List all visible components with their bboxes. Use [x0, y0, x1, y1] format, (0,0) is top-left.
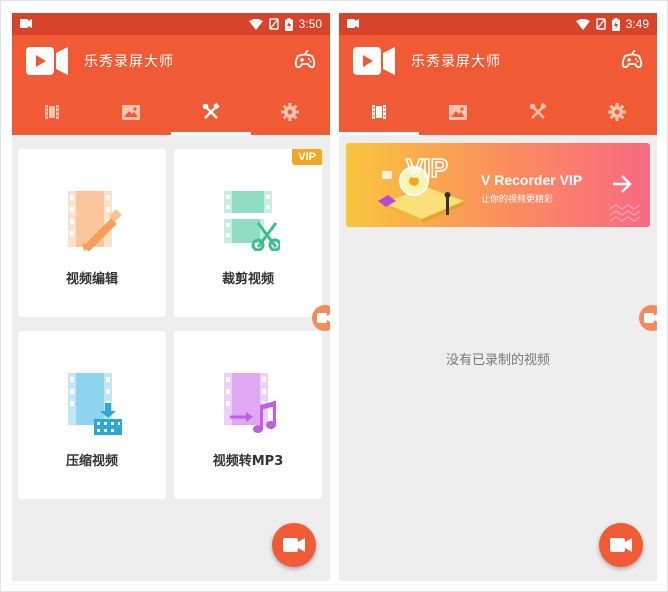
tool-card-video-edit[interactable]: 视频编辑	[18, 149, 166, 317]
tool-label: 视频编辑	[65, 272, 118, 287]
clock: 3:49	[625, 17, 649, 31]
image-icon	[449, 104, 468, 120]
vip-text-art: VIP	[405, 152, 449, 184]
app-bar: 乐秀录屏大师	[339, 35, 657, 89]
tab-settings[interactable]	[251, 89, 331, 135]
film-icon	[44, 105, 59, 119]
video-to-mp3-icon	[224, 373, 276, 433]
tools-icon	[202, 103, 220, 119]
video-camera-icon	[317, 313, 330, 323]
video-compress-icon	[68, 373, 122, 435]
recording-notification-icon	[20, 19, 32, 28]
wifi-icon	[575, 18, 590, 30]
video-camera-icon	[283, 538, 305, 552]
vip-promo-banner[interactable]: VIP V Recorder VIP 让你的视频更精彩	[346, 143, 650, 227]
tools-icon	[529, 103, 547, 119]
tab-images[interactable]	[92, 89, 172, 135]
tab-settings[interactable]	[578, 89, 658, 135]
gamepad-icon[interactable]	[294, 50, 316, 70]
arrow-right-icon[interactable]	[612, 175, 632, 193]
zigzag-decoration	[610, 204, 641, 222]
battery-charging-icon	[611, 17, 620, 31]
tab-tools[interactable]	[171, 89, 251, 135]
tool-card-video-compress[interactable]: 压缩视频	[18, 331, 166, 499]
video-camera-icon	[610, 538, 632, 552]
app-logo-icon	[353, 47, 395, 75]
wifi-icon	[248, 18, 263, 30]
tab-bar	[339, 89, 657, 135]
tab-videos[interactable]	[12, 89, 92, 135]
no-sim-icon	[268, 18, 279, 30]
floating-recorder-handle[interactable]	[639, 305, 657, 331]
video-trim-icon	[224, 191, 280, 251]
empty-state-message: 没有已录制的视频	[445, 353, 550, 368]
tab-videos[interactable]	[339, 89, 419, 135]
settings-icon	[281, 103, 300, 121]
status-bar: 3:49	[339, 13, 657, 35]
status-bar: 3:50	[12, 13, 330, 35]
recording-notification-icon	[347, 19, 359, 28]
phone-screen-tools: 3:50 乐秀录屏大师 视频编辑 VIP 裁剪视频 压缩视频 视频转MP3	[12, 13, 330, 581]
tool-card-video-to-mp3[interactable]: 视频转MP3	[174, 331, 322, 499]
tool-label: 裁剪视频	[221, 272, 274, 287]
gamepad-icon[interactable]	[621, 50, 643, 70]
vip-badge-text: VIP	[406, 153, 448, 183]
vip-badge: VIP	[292, 149, 322, 165]
tab-images[interactable]	[419, 89, 499, 135]
floating-recorder-handle[interactable]	[312, 305, 330, 331]
tool-label: 视频转MP3	[212, 454, 284, 469]
record-fab[interactable]	[599, 523, 643, 567]
app-title: 乐秀录屏大师	[411, 54, 501, 70]
banner-title: V Recorder VIP	[481, 172, 583, 188]
record-fab[interactable]	[272, 523, 316, 567]
app-title: 乐秀录屏大师	[84, 54, 174, 70]
tool-label: 压缩视频	[65, 454, 118, 469]
tab-bar	[12, 89, 330, 135]
settings-icon	[608, 103, 627, 121]
phone-screen-videos: 3:49 乐秀录屏大师 VIP V Recorder VIP 让你的视频更精彩 …	[339, 13, 657, 581]
film-icon	[371, 105, 386, 119]
screenshot-frame: 3:50 乐秀录屏大师 视频编辑 VIP 裁剪视频 压缩视频 视频转MP3 3:…	[0, 0, 668, 592]
video-edit-icon	[68, 191, 122, 251]
tool-card-video-trim[interactable]: VIP 裁剪视频	[174, 149, 322, 317]
clock: 3:50	[298, 17, 322, 31]
app-bar: 乐秀录屏大师	[12, 35, 330, 89]
app-logo-icon	[26, 47, 68, 75]
no-sim-icon	[595, 18, 606, 30]
tab-tools[interactable]	[498, 89, 578, 135]
image-icon	[122, 104, 141, 120]
video-camera-icon	[644, 313, 657, 323]
banner-subtitle: 让你的视频更精彩	[481, 195, 554, 205]
battery-charging-icon	[284, 17, 293, 31]
